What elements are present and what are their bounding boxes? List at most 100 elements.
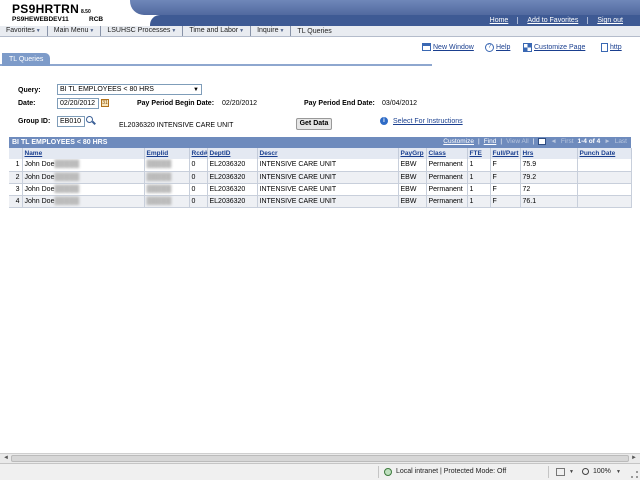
col-header-hrs[interactable]: Hrs — [520, 148, 578, 159]
redacted-emplid: █████ — [146, 173, 172, 181]
globe-icon — [384, 468, 392, 476]
col-header-row-number — [9, 148, 23, 159]
date-input[interactable]: 02/20/2012 — [57, 98, 99, 109]
punch-date-cell — [577, 159, 632, 172]
row-number: 1 — [9, 159, 23, 172]
menu-time-and-labor[interactable]: Time and Labor▼ — [183, 26, 252, 36]
row-range: 1-4 of 4 — [577, 138, 601, 145]
menu-main-menu[interactable]: Main Menu▼ — [48, 26, 102, 36]
zoom-level[interactable]: 100% — [593, 468, 611, 475]
new-window-label: New Window — [433, 43, 474, 51]
paygrp-cell: EBW — [398, 195, 427, 208]
select-for-instructions-link[interactable]: Select For Instructions — [393, 118, 463, 125]
protected-mode-icon[interactable] — [556, 468, 565, 476]
chevron-down-icon: ▼ — [89, 28, 95, 34]
query-select[interactable]: BI TL EMPLOYEES < 80 HRS ▼ — [57, 84, 202, 95]
fte-cell: 1 — [467, 195, 491, 208]
deptid-cell: EL2036320 — [207, 159, 258, 172]
chevron-down-icon[interactable]: ▼ — [616, 469, 621, 475]
rcd-cell: 0 — [189, 195, 208, 208]
col-header-paygrp[interactable]: PayGrp — [398, 148, 427, 159]
col-header-full-part[interactable]: Full/Part — [490, 148, 521, 159]
redacted-emplid: █████ — [146, 197, 172, 205]
scroll-right-arrow-icon[interactable]: ► — [631, 455, 637, 461]
sign-out-link[interactable]: Sign out — [587, 17, 632, 24]
download-icon[interactable] — [538, 138, 547, 145]
scrollbar-thumb[interactable] — [11, 455, 629, 462]
find-link[interactable]: Find — [484, 138, 497, 145]
col-header-descr[interactable]: Descr — [257, 148, 399, 159]
header-band — [130, 0, 640, 15]
user-id: RCB — [89, 16, 104, 23]
class-cell: Permanent — [426, 171, 468, 184]
fte-cell: 1 — [467, 183, 491, 196]
calendar-icon[interactable]: 31 — [101, 99, 109, 107]
col-header-fte[interactable]: FTE — [467, 148, 491, 159]
view-all-link[interactable]: View All — [506, 138, 529, 145]
menu-inquire[interactable]: Inquire▼ — [251, 26, 292, 36]
results-grid: BI TL EMPLOYEES < 80 HRS Customize | Fin… — [9, 137, 632, 208]
menu-label: LSUHSC Processes — [107, 27, 171, 34]
new-window-link[interactable]: New Window — [422, 43, 474, 51]
emplid-cell: █████ — [144, 183, 190, 196]
descr-cell: INTENSIVE CARE UNIT — [257, 159, 399, 172]
http-link[interactable]: http — [601, 43, 622, 52]
redacted-surname: █████ — [54, 173, 80, 181]
punch-date-cell — [577, 195, 632, 208]
help-icon: ? — [485, 43, 494, 52]
first-arrow-icon: ◄ — [550, 138, 557, 145]
punch-date-cell — [577, 183, 632, 196]
tab-tl-queries[interactable]: TL Queries — [2, 53, 51, 66]
info-icon: i — [380, 117, 388, 125]
help-link[interactable]: ? Help — [485, 43, 510, 52]
col-header-deptid[interactable]: DeptID — [207, 148, 258, 159]
get-data-button[interactable]: Get Data — [296, 118, 332, 130]
col-header-class[interactable]: Class — [426, 148, 468, 159]
row-number: 2 — [9, 171, 23, 184]
class-cell: Permanent — [426, 159, 468, 172]
class-cell: Permanent — [426, 195, 468, 208]
grid-header-bar: BI TL EMPLOYEES < 80 HRS Customize | Fin… — [9, 137, 631, 148]
col-header-punch-date[interactable]: Punch Date — [577, 148, 632, 159]
pay-period-end-label: Pay Period End Date: — [304, 100, 375, 107]
rcd-cell: 0 — [189, 183, 208, 196]
customize-page-link[interactable]: Customize Page — [523, 43, 585, 52]
menu-tl-queries[interactable]: TL Queries — [291, 27, 337, 36]
horizontal-scrollbar[interactable]: ◄ ► — [0, 453, 640, 463]
menu-favorites[interactable]: Favorites▼ — [0, 26, 48, 36]
help-label: Help — [496, 44, 511, 51]
status-divider — [378, 466, 379, 478]
pay-period-end-value: 03/04/2012 — [382, 100, 418, 107]
table-row: 1 John Doe█████ █████ 0 EL2036320 INTENSIVE C… — [9, 159, 632, 172]
full-part-cell: F — [490, 183, 521, 196]
customize-page-label: Customize Page — [534, 44, 586, 51]
scroll-left-arrow-icon[interactable]: ◄ — [3, 455, 9, 461]
customize-grid-link[interactable]: Customize — [443, 138, 474, 145]
grid-navigation: Customize | Find | View All | ◄ First 1-… — [443, 138, 627, 145]
last-link[interactable]: Last — [615, 138, 627, 145]
chevron-down-icon: ▼ — [35, 28, 41, 34]
group-id-input[interactable]: EB010 — [57, 116, 85, 127]
hrs-cell: 79.2 — [520, 171, 578, 184]
home-link[interactable]: Home — [481, 17, 518, 24]
table-row: 2 John Doe█████ █████ 0 EL2036320 INTENSIVE C… — [9, 171, 632, 184]
col-header-name[interactable]: Name — [22, 148, 145, 159]
resize-grip-icon[interactable] — [631, 471, 638, 478]
browser-status-bar: Local intranet | Protected Mode: Off ▼ 1… — [0, 463, 640, 480]
redacted-surname: █████ — [54, 185, 80, 193]
descr-cell: INTENSIVE CARE UNIT — [257, 171, 399, 184]
chevron-down-icon: ▼ — [239, 28, 245, 34]
portal-header: PS9HRTRN 8.50 PS9HEWEBDEV11 RCB Home Add… — [0, 0, 640, 26]
first-link[interactable]: First — [561, 138, 574, 145]
add-to-favorites-link[interactable]: Add to Favorites — [517, 17, 587, 24]
employee-name: John Doe — [24, 197, 55, 205]
descr-cell: INTENSIVE CARE UNIT — [257, 183, 399, 196]
col-header-rcd[interactable]: Rcd# — [189, 148, 208, 159]
col-header-emplid[interactable]: Emplid — [144, 148, 190, 159]
full-part-cell: F — [490, 159, 521, 172]
chevron-down-icon[interactable]: ▼ — [569, 469, 574, 475]
chevron-down-icon: ▼ — [279, 28, 285, 34]
chevron-down-icon: ▼ — [171, 28, 177, 34]
menu-lsuhsc-processes[interactable]: LSUHSC Processes▼ — [101, 26, 184, 36]
fte-cell: 1 — [467, 171, 491, 184]
